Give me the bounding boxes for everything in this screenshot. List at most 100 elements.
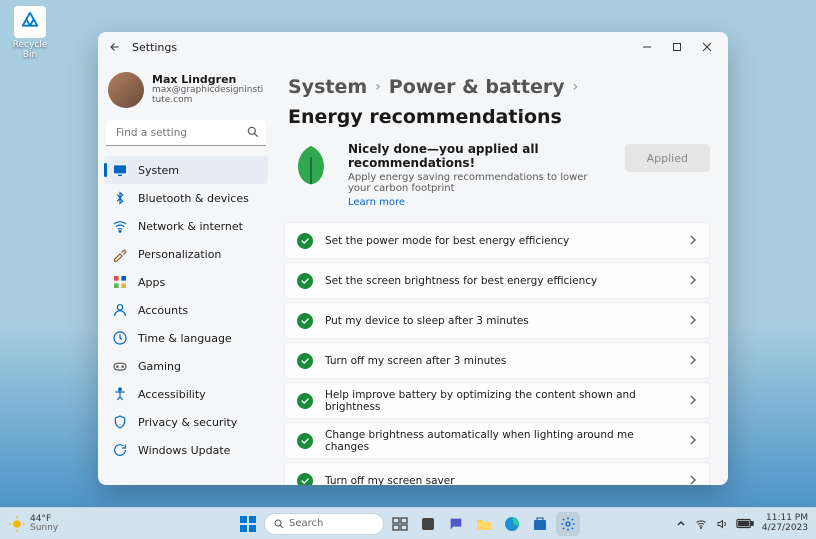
- volume-icon[interactable]: [716, 518, 728, 530]
- task-view-icon[interactable]: [388, 512, 412, 536]
- settings-icon[interactable]: [556, 512, 580, 536]
- weather-widget[interactable]: 44°F Sunny: [8, 515, 58, 533]
- nav-item-label: Accounts: [138, 304, 188, 317]
- nav-item-update[interactable]: Windows Update: [104, 436, 268, 464]
- learn-more-link[interactable]: Learn more: [348, 197, 611, 208]
- nav-list: System Bluetooth & devices Network & inter…: [104, 156, 268, 464]
- store-icon[interactable]: [528, 512, 552, 536]
- chevron-right-icon: ›: [375, 79, 381, 95]
- accounts-icon: [112, 302, 128, 318]
- nav-item-personalization[interactable]: Personalization: [104, 240, 268, 268]
- close-button[interactable]: [692, 34, 722, 60]
- system-icon: [112, 162, 128, 178]
- recommendation-row[interactable]: Put my device to sleep after 3 minutes: [284, 302, 710, 339]
- wifi-icon[interactable]: [694, 518, 708, 530]
- nav-item-accounts[interactable]: Accounts: [104, 296, 268, 324]
- recycle-bin-label: Recycle Bin: [6, 40, 54, 60]
- sidebar: Max Lindgren max@graphicdesigninstitute.…: [98, 62, 274, 485]
- nav-item-label: Accessibility: [138, 388, 206, 401]
- file-explorer-icon[interactable]: [472, 512, 496, 536]
- check-icon: [297, 353, 313, 369]
- taskbar-search-label: Search: [289, 518, 323, 529]
- chevron-right-icon: [689, 351, 697, 370]
- recommendation-label: Turn off my screen after 3 minutes: [325, 355, 677, 367]
- breadcrumb-item: Energy recommendations: [288, 106, 562, 128]
- recycle-bin-icon: [14, 6, 46, 38]
- minimize-button[interactable]: [632, 34, 662, 60]
- widgets-icon[interactable]: [416, 512, 440, 536]
- nav-item-wifi[interactable]: Network & internet: [104, 212, 268, 240]
- sun-icon: [8, 515, 26, 533]
- recommendation-row[interactable]: Set the screen brightness for best energ…: [284, 262, 710, 299]
- taskbar: 44°F Sunny Search 11:11 PM 4/27/2023: [0, 507, 816, 539]
- search-input[interactable]: [106, 120, 266, 146]
- nav-item-accessibility[interactable]: Accessibility: [104, 380, 268, 408]
- date: 4/27/2023: [762, 524, 808, 534]
- recycle-bin[interactable]: Recycle Bin: [6, 6, 54, 60]
- nav-item-label: Gaming: [138, 360, 181, 373]
- recommendation-label: Set the screen brightness for best energ…: [325, 275, 677, 287]
- nav-item-system[interactable]: System: [104, 156, 268, 184]
- settings-window: Settings Max Lindgren max@graphicdesigni…: [98, 32, 728, 485]
- clock[interactable]: 11:11 PM 4/27/2023: [762, 514, 808, 534]
- nav-item-apps[interactable]: Apps: [104, 268, 268, 296]
- wifi-icon: [112, 218, 128, 234]
- taskbar-search[interactable]: Search: [264, 513, 384, 535]
- hero-title: Nicely done—you applied all recommendati…: [348, 142, 611, 170]
- start-button[interactable]: [236, 512, 260, 536]
- recommendation-label: Turn off my screen saver: [325, 475, 677, 486]
- nav-item-privacy[interactable]: Privacy & security: [104, 408, 268, 436]
- nav-item-label: Apps: [138, 276, 165, 289]
- search-box[interactable]: [106, 120, 266, 146]
- back-button[interactable]: [104, 36, 126, 58]
- check-icon: [297, 433, 313, 449]
- nav-item-label: Network & internet: [138, 220, 243, 233]
- titlebar: Settings: [98, 32, 728, 62]
- accessibility-icon: [112, 386, 128, 402]
- applied-button: Applied: [625, 144, 710, 172]
- weather-cond: Sunny: [30, 524, 58, 533]
- check-icon: [297, 393, 313, 409]
- nav-item-label: System: [138, 164, 179, 177]
- recommendation-label: Set the power mode for best energy effic…: [325, 235, 677, 247]
- recommendation-row[interactable]: Turn off my screen saver: [284, 462, 710, 485]
- hero-subtitle: Apply energy saving recommendations to l…: [348, 172, 611, 194]
- privacy-icon: [112, 414, 128, 430]
- breadcrumb-item[interactable]: Power & battery: [389, 76, 565, 98]
- bluetooth-icon: [112, 190, 128, 206]
- nav-item-label: Privacy & security: [138, 416, 237, 429]
- check-icon: [297, 473, 313, 486]
- apps-icon: [112, 274, 128, 290]
- recommendation-row[interactable]: Help improve battery by optimizing the c…: [284, 382, 710, 419]
- window-title: Settings: [132, 41, 177, 54]
- recommendation-label: Help improve battery by optimizing the c…: [325, 389, 677, 413]
- chevron-right-icon: [689, 231, 697, 250]
- maximize-button[interactable]: [662, 34, 692, 60]
- chevron-right-icon: [689, 431, 697, 450]
- breadcrumb-item[interactable]: System: [288, 76, 367, 98]
- nav-item-time[interactable]: Time & language: [104, 324, 268, 352]
- tray-chevron-icon[interactable]: [676, 519, 686, 529]
- nav-item-label: Time & language: [138, 332, 232, 345]
- nav-item-gaming[interactable]: Gaming: [104, 352, 268, 380]
- profile[interactable]: Max Lindgren max@graphicdesigninstitute.…: [104, 66, 268, 120]
- edge-icon[interactable]: [500, 512, 524, 536]
- update-icon: [112, 442, 128, 458]
- recommendation-row[interactable]: Set the power mode for best energy effic…: [284, 222, 710, 259]
- chevron-right-icon: ›: [573, 79, 579, 95]
- battery-icon[interactable]: [736, 518, 754, 529]
- chevron-right-icon: [689, 311, 697, 330]
- recommendation-row[interactable]: Turn off my screen after 3 minutes: [284, 342, 710, 379]
- recommendation-row[interactable]: Change brightness automatically when lig…: [284, 422, 710, 459]
- search-icon: [246, 125, 260, 139]
- chat-icon[interactable]: [444, 512, 468, 536]
- check-icon: [297, 233, 313, 249]
- content: System › Power & battery › Energy recommenda…: [274, 62, 728, 485]
- nav-item-label: Bluetooth & devices: [138, 192, 249, 205]
- recommendation-list: Set the power mode for best energy effic…: [284, 222, 710, 485]
- gaming-icon: [112, 358, 128, 374]
- check-icon: [297, 273, 313, 289]
- nav-item-bluetooth[interactable]: Bluetooth & devices: [104, 184, 268, 212]
- hero: Nicely done—you applied all recommendati…: [284, 142, 710, 208]
- recommendation-label: Put my device to sleep after 3 minutes: [325, 315, 677, 327]
